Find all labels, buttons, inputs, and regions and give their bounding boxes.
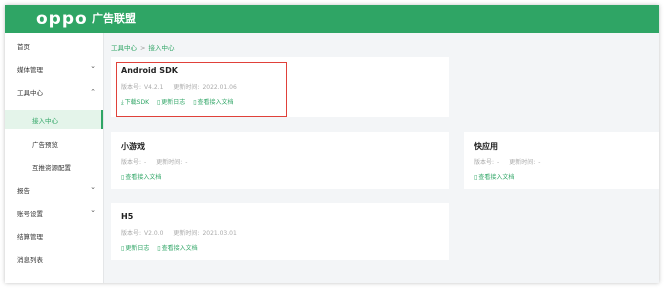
chevron-down-icon: ⌄ (90, 206, 96, 214)
sidebar-item-access-center[interactable]: 接入中心 (5, 110, 103, 129)
card-meta: 版本号: - 更新时间: - (121, 157, 187, 166)
sidebar: 首页 媒体管理 ⌄ 工具中心 ⌃ 接入中心 广告预览 互推资源配置 报告 ⌄ 账… (5, 33, 104, 283)
version-label: 版本号: (121, 230, 142, 237)
document-icon: ▯ (157, 245, 161, 252)
sidebar-item-label: 接入中心 (32, 117, 58, 125)
sidebar-item-label: 账号设置 (17, 210, 43, 218)
link-label: 更新日志 (125, 245, 150, 252)
chevron-down-icon: ⌄ (90, 183, 96, 191)
card-title: 小游戏 (121, 142, 145, 151)
link-label: 查看接入文档 (125, 174, 162, 181)
brand-subtitle: 广告联盟 (92, 12, 136, 25)
version-label: 版本号: (474, 159, 495, 166)
quick-app-card: 快应用 版本号: - 更新时间: - ▯查看接入文档 (464, 132, 659, 189)
sidebar-item-label: 报告 (17, 187, 30, 195)
sidebar-item-label: 结算管理 (17, 233, 43, 241)
changelog-link[interactable]: ▯更新日志 (121, 245, 149, 252)
document-icon: ▯ (121, 245, 125, 252)
card-title: H5 (121, 212, 134, 221)
updated-value: - (538, 159, 541, 166)
version-value: - (497, 159, 500, 166)
sidebar-item-settlement[interactable]: 结算管理 (5, 226, 103, 244)
mini-game-card: 小游戏 版本号: - 更新时间: - ▯查看接入文档 (111, 132, 449, 189)
breadcrumb-separator: > (140, 44, 146, 52)
sidebar-item-messages[interactable]: 消息列表 (5, 249, 103, 267)
link-label: 查看接入文档 (161, 245, 198, 252)
view-docs-link[interactable]: ▯查看接入文档 (121, 174, 161, 181)
breadcrumb-parent[interactable]: 工具中心 (111, 44, 137, 52)
highlight-box (116, 62, 287, 117)
sidebar-item-account[interactable]: 账号设置 ⌄ (5, 203, 103, 221)
sidebar-item-label: 广告预览 (32, 141, 58, 149)
version-value: V2.0.0 (144, 230, 164, 237)
top-bar: oppo 广告联盟 (5, 5, 659, 33)
updated-label: 更新时间: (156, 159, 183, 166)
breadcrumb: 工具中心 > 接入中心 (111, 42, 174, 52)
card-links: ▯更新日志 ▯查看接入文档 (121, 243, 204, 252)
breadcrumb-current: 接入中心 (148, 44, 175, 52)
sidebar-item-label: 互推资源配置 (32, 164, 71, 172)
updated-value: 2021.03.01 (202, 230, 237, 237)
oppo-logo[interactable]: oppo (36, 8, 88, 30)
sidebar-item-cross-promo[interactable]: 互推资源配置 (5, 157, 103, 175)
sidebar-item-home[interactable]: 首页 (5, 36, 103, 54)
sidebar-item-media[interactable]: 媒体管理 ⌄ (5, 59, 103, 77)
card-meta: 版本号: V2.0.0 更新时间: 2021.03.01 (121, 228, 237, 237)
sidebar-item-label: 首页 (17, 43, 30, 51)
document-icon: ▯ (474, 174, 478, 181)
updated-label: 更新时间: (173, 230, 200, 237)
view-docs-link[interactable]: ▯查看接入文档 (474, 174, 514, 181)
updated-value: - (185, 159, 188, 166)
sidebar-item-label: 媒体管理 (17, 66, 43, 74)
card-links: ▯查看接入文档 (474, 172, 520, 181)
app-window: oppo 广告联盟 首页 媒体管理 ⌄ 工具中心 ⌃ 接入中心 广告预览 互推资… (5, 5, 659, 283)
version-value: - (144, 159, 147, 166)
sidebar-item-label: 工具中心 (17, 89, 43, 97)
version-label: 版本号: (121, 159, 142, 166)
link-label: 查看接入文档 (478, 174, 515, 181)
sidebar-item-ad-preview[interactable]: 广告预览 (5, 134, 103, 152)
view-docs-link[interactable]: ▯查看接入文档 (157, 245, 197, 252)
card-links: ▯查看接入文档 (121, 172, 167, 181)
card-meta: 版本号: - 更新时间: - (474, 157, 540, 166)
card-title: 快应用 (474, 142, 498, 151)
sidebar-item-label: 消息列表 (17, 256, 43, 264)
h5-card: H5 版本号: V2.0.0 更新时间: 2021.03.01 ▯更新日志 ▯查看接入… (111, 203, 449, 260)
chevron-down-icon: ⌄ (90, 62, 96, 70)
sidebar-item-tools[interactable]: 工具中心 ⌃ (5, 82, 103, 100)
updated-label: 更新时间: (509, 159, 536, 166)
document-icon: ▯ (121, 174, 125, 181)
sidebar-item-reports[interactable]: 报告 ⌄ (5, 180, 103, 198)
chevron-up-icon: ⌃ (90, 88, 96, 96)
